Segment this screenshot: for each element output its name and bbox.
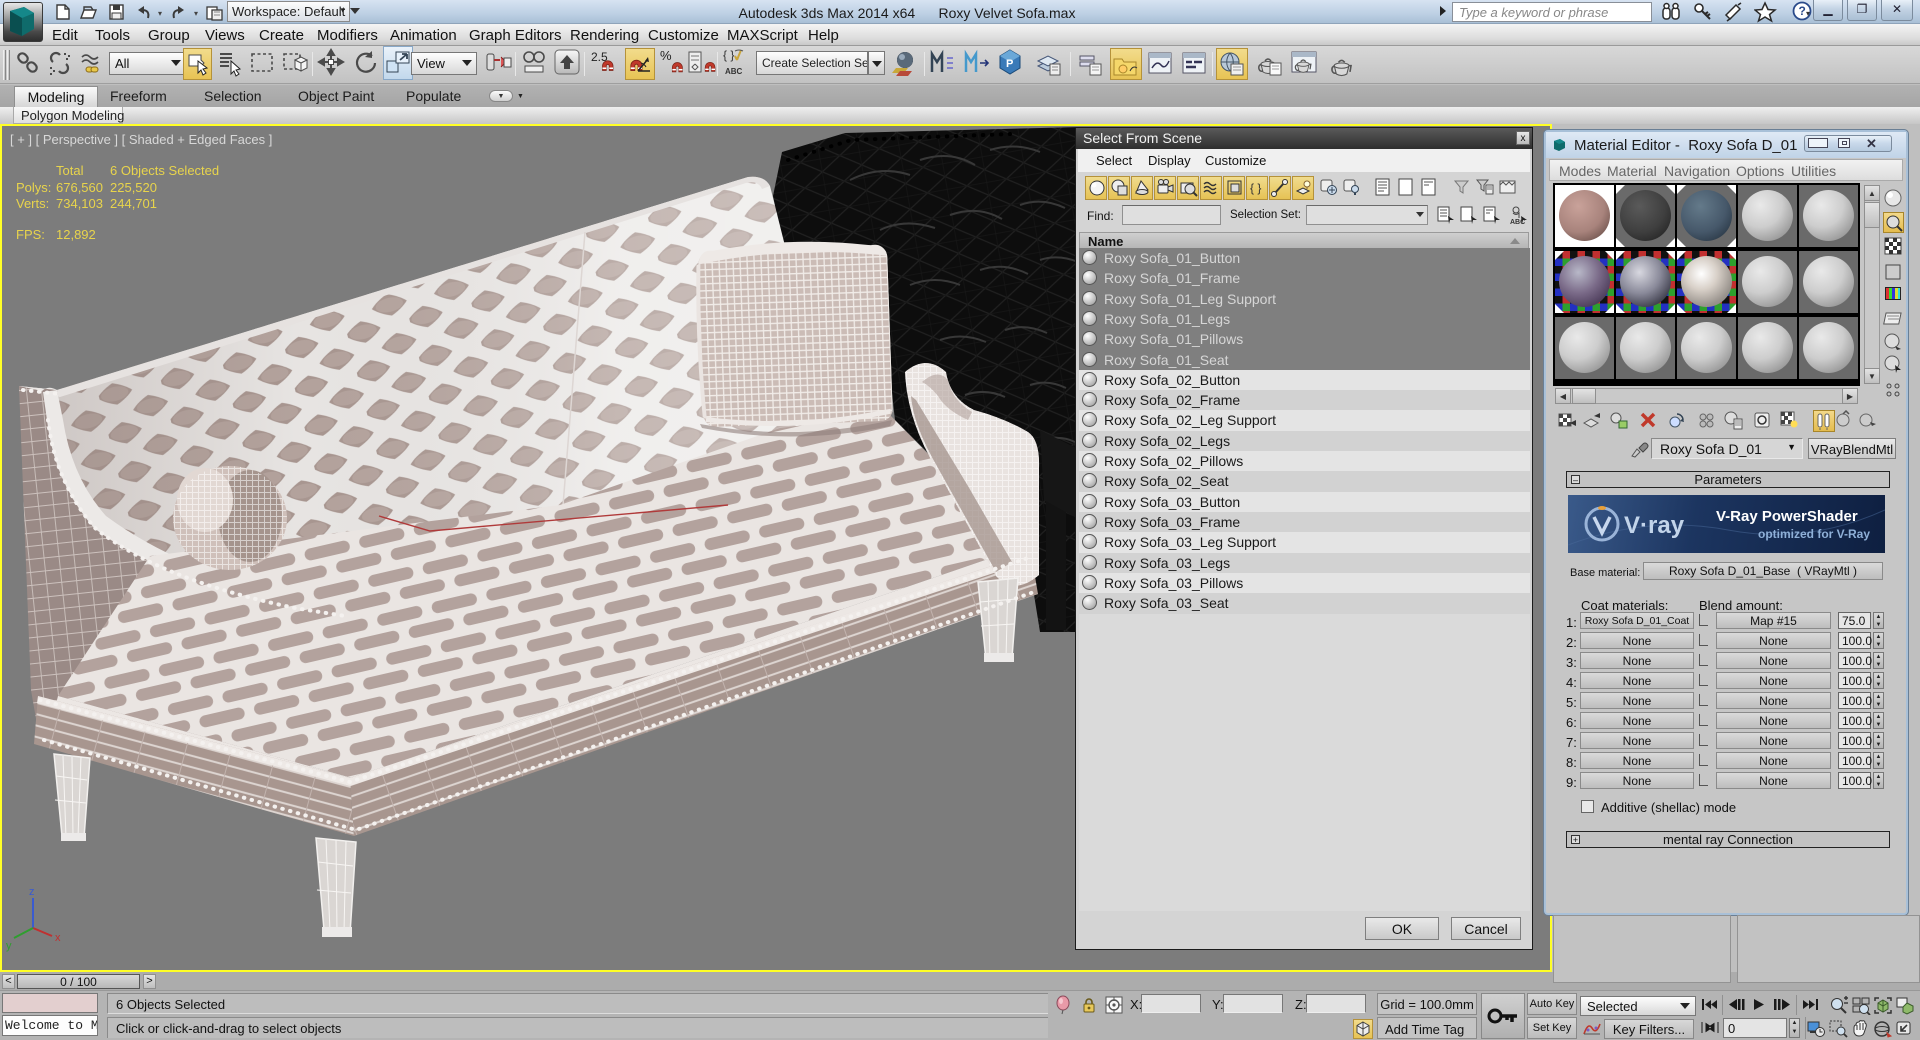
svg-text:ABC: ABC [725, 67, 743, 76]
svg-text:%: % [660, 48, 672, 63]
svg-text:?: ? [1799, 4, 1806, 18]
svg-text:optimized for V-Ray: optimized for V-Ray [1758, 527, 1870, 541]
svg-text:{ }: { } [1250, 181, 1261, 195]
svg-text:P: P [1006, 58, 1013, 70]
svg-text:x: x [55, 932, 61, 944]
svg-text:V·ray: V·ray [1624, 512, 1685, 539]
svg-text:V-Ray PowerShader: V-Ray PowerShader [1716, 508, 1858, 525]
svg-text:{ }: { } [723, 48, 734, 62]
svg-text:z: z [29, 886, 35, 898]
svg-text:y: y [6, 940, 12, 952]
